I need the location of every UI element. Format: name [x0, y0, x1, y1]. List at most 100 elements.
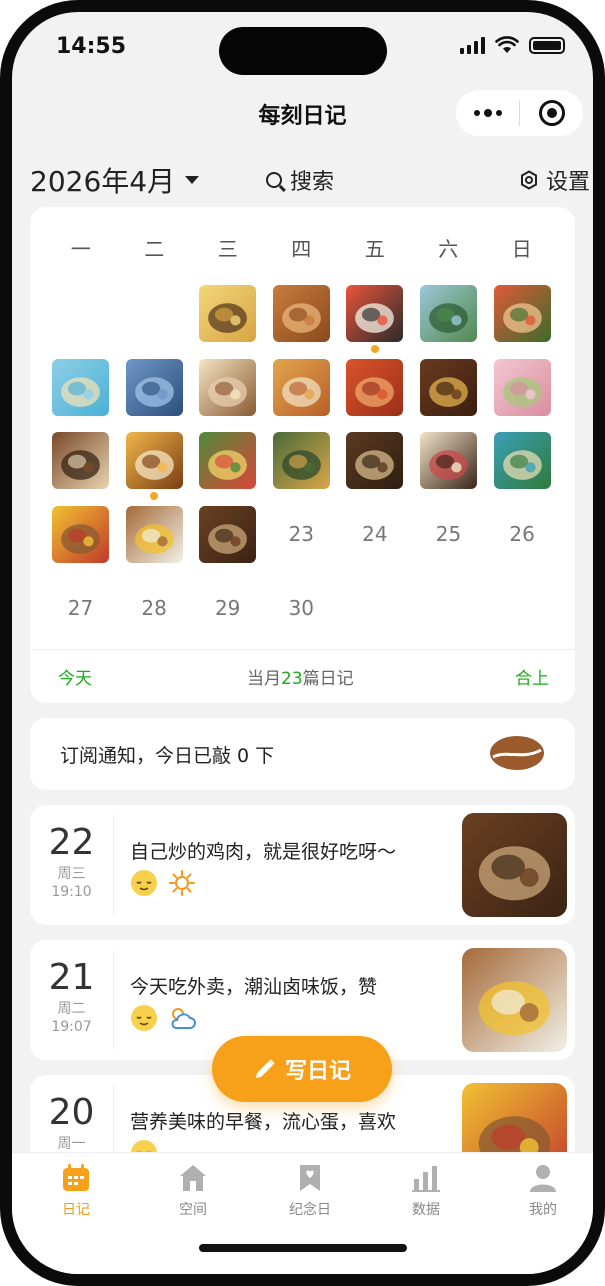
close-mini-program-button[interactable]	[520, 90, 583, 136]
entry-time: 19:07	[51, 1019, 92, 1035]
coffee-breakfast-photo	[52, 432, 109, 489]
more-dots-icon	[473, 108, 502, 117]
calendar-day-photo[interactable]	[125, 358, 183, 416]
calendar-day-photo[interactable]	[52, 358, 109, 416]
tab-stats[interactable]: 数据	[376, 1161, 476, 1219]
month-selector[interactable]: 2026年4月	[30, 160, 200, 200]
write-diary-button[interactable]: 写日记	[212, 1036, 392, 1102]
diary-entry[interactable]: 22 周三 19:10 自己炒的鸡肉，就是很好吃呀～	[30, 805, 575, 925]
calendar-day-photo[interactable]	[272, 358, 330, 416]
calendar-day-number[interactable]: 24	[346, 506, 403, 563]
home-icon	[180, 1165, 206, 1191]
calendar-day-number[interactable]: 28	[126, 579, 183, 636]
coffee-bean-icon	[490, 736, 544, 770]
calendar-icon	[63, 1164, 89, 1191]
weekday-label: 二	[144, 237, 165, 261]
lemon-tea-photo	[199, 285, 257, 342]
calendar-day-photo[interactable]	[125, 432, 183, 489]
cake-slice-photo	[199, 358, 257, 416]
calendar-day-photo[interactable]	[346, 285, 404, 342]
calendar-day-photo[interactable]	[199, 358, 257, 416]
tab-label: 日记	[62, 1202, 90, 1218]
relieved-face-icon	[131, 1005, 157, 1031]
tab-anniversary[interactable]: 纪念日	[260, 1161, 360, 1219]
entry-mood-weather	[130, 869, 196, 897]
entry-photo[interactable]	[462, 813, 567, 917]
weekday-label: 三	[217, 237, 238, 261]
entry-day: 21	[48, 957, 95, 998]
cellular-signal-icon	[460, 36, 485, 54]
beach-photo	[52, 358, 109, 416]
pudding-photo	[125, 432, 183, 489]
stir-fried-chicken-photo	[462, 813, 567, 917]
braised-meat-photo	[346, 432, 404, 489]
app-screen: 14:55 每刻日记 2026年4月 搜索 设置 一 二 三 四 五 六 日 2…	[12, 12, 593, 1274]
cheesecake-photo	[420, 432, 477, 489]
cherry-blossom-photo	[493, 358, 551, 416]
person-icon	[530, 1165, 556, 1192]
subscribe-notice[interactable]: 订阅通知，今日已敲 0 下	[30, 718, 575, 790]
egg-breakfast-photo	[52, 505, 109, 563]
today-button[interactable]: 今天	[58, 664, 92, 689]
calendar-day-photo[interactable]	[272, 285, 330, 342]
tab-diary[interactable]: 日记	[26, 1161, 126, 1219]
spaghetti-photo	[346, 358, 404, 416]
city-skyline-photo	[125, 358, 183, 416]
calendar-day-number[interactable]: 25	[420, 506, 477, 563]
sashimi-platter-photo	[493, 285, 551, 342]
steak-pasta-photo	[420, 358, 477, 416]
calendar-day-photo[interactable]	[52, 432, 109, 489]
tab-icon-wrap	[376, 1161, 476, 1195]
search-label: 搜索	[290, 170, 335, 195]
sushi-photo	[346, 285, 404, 342]
weekday-header: 一二三四五六日	[30, 233, 575, 262]
settings-button[interactable]: 设置	[520, 164, 590, 196]
caret-down-icon	[185, 176, 200, 184]
calendar-day-number[interactable]: 23	[273, 506, 330, 563]
calendar-day-photo[interactable]	[125, 505, 183, 563]
pencil-icon	[255, 1059, 275, 1078]
notice-text: 订阅通知，今日已敲 0 下	[60, 744, 275, 767]
count-prefix: 当月	[247, 669, 281, 689]
write-diary-label: 写日记	[284, 1059, 351, 1084]
noodle-box-photo	[272, 358, 330, 416]
mini-program-capsule	[456, 90, 583, 136]
calendar-day-number[interactable]: 30	[273, 579, 330, 636]
calendar-day-photo[interactable]	[199, 505, 257, 563]
entry-text: 营养美味的早餐，流心蛋，喜欢	[130, 1111, 397, 1133]
forest-stream-photo	[272, 432, 330, 489]
bar-chart-icon	[412, 1166, 440, 1192]
calendar-toolbar: 2026年4月 搜索 设置	[30, 160, 593, 200]
content-face-icon	[131, 870, 157, 896]
calendar-day-number[interactable]: 29	[199, 579, 256, 636]
calendar-day-photo[interactable]	[493, 285, 551, 342]
weekday-label: 五	[364, 237, 385, 261]
search-button[interactable]: 搜索	[266, 164, 334, 196]
partly-cloudy-icon	[171, 1008, 196, 1029]
calendar-day-photo[interactable]	[346, 358, 404, 416]
calendar-day-photo[interactable]	[420, 358, 477, 416]
braised-rice-photo	[125, 505, 183, 563]
calendar-day-photo[interactable]	[199, 285, 257, 342]
calendar-day-photo[interactable]	[420, 432, 477, 489]
calendar-day-number[interactable]: 27	[52, 579, 109, 636]
tab-space[interactable]: 空间	[143, 1161, 243, 1219]
calendar-day-number[interactable]: 26	[494, 506, 551, 563]
more-button[interactable]	[456, 90, 519, 136]
entry-photo[interactable]	[462, 948, 567, 1052]
entry-text: 今天吃外卖，潮汕卤味饭，赞	[130, 976, 378, 998]
entry-mood-weather	[130, 1004, 196, 1032]
collapse-button[interactable]: 合上	[515, 664, 549, 689]
calendar-day-photo[interactable]	[420, 285, 477, 342]
calendar-day-photo[interactable]	[493, 358, 551, 416]
calendar-footer: 今天 当月23篇日记 合上	[30, 649, 575, 703]
tab-me[interactable]: 我的	[493, 1161, 593, 1219]
settings-label: 设置	[546, 170, 591, 195]
calendar-day-photo[interactable]	[272, 432, 330, 489]
calendar-day-photo[interactable]	[199, 432, 257, 489]
calendar-day-photo[interactable]	[346, 432, 404, 489]
entry-day: 22	[48, 822, 95, 863]
entry-weekday: 周二	[57, 1001, 86, 1017]
calendar-day-photo[interactable]	[493, 432, 551, 489]
calendar-day-photo[interactable]	[52, 505, 109, 563]
